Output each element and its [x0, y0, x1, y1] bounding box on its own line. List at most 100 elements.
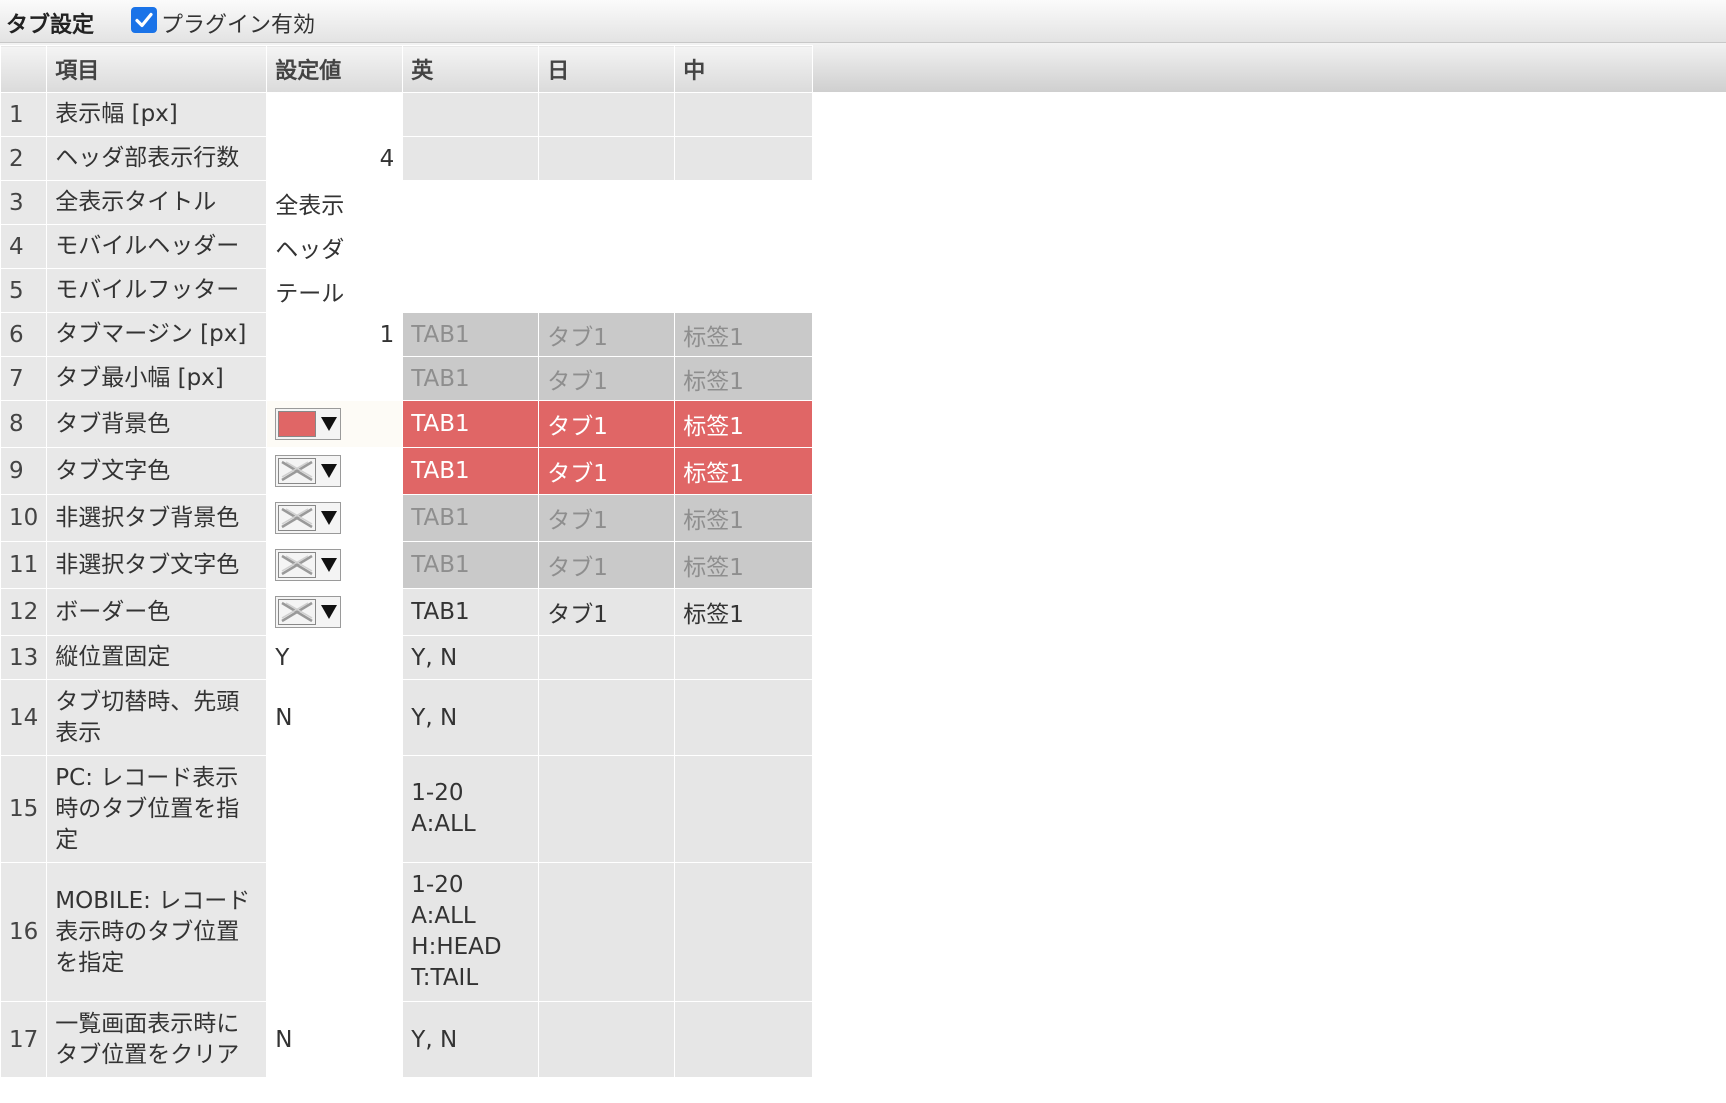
item-label: PC: レコード表示時のタブ位置を指定 [46, 755, 268, 863]
value-cell-all-title[interactable]: 全表示 [266, 180, 404, 225]
table-row: 1 表示幅 [px] [0, 92, 814, 137]
zh-preview-cell: 标签1 [674, 494, 814, 542]
value-cell-unselected-bg-color [266, 494, 404, 542]
color-picker[interactable] [275, 549, 342, 581]
no-color-x-icon [281, 507, 313, 529]
ja-cell [538, 862, 676, 1002]
value-cell-mobile-footer[interactable]: テール [266, 268, 404, 313]
value-cell-tab-text-color [266, 447, 404, 495]
checkmark-icon [135, 12, 153, 28]
en-preview-cell: TAB1 [402, 588, 540, 636]
row-number: 6 [0, 312, 48, 357]
color-picker[interactable] [275, 408, 342, 440]
table-row: 16 MOBILE: レコード表示時のタブ位置を指定 1-20 A:ALL H:HE… [0, 862, 814, 1002]
option-line: 1-20 [411, 780, 464, 806]
option-line: T:TAIL [411, 965, 479, 991]
color-chip [278, 552, 317, 578]
en-options-cell: Y, N [402, 1001, 540, 1078]
option-line: A:ALL [411, 811, 476, 837]
en-options-cell: 1-20 A:ALL [402, 755, 540, 863]
page-title: タブ設定 [6, 13, 95, 38]
zh-cell[interactable] [674, 180, 814, 225]
item-label: 縦位置固定 [46, 635, 268, 680]
en-cell [402, 92, 540, 137]
no-color-x-icon [281, 554, 313, 576]
ja-preview-cell: タブ1 [538, 356, 676, 401]
color-picker[interactable] [275, 502, 342, 534]
item-label: 非選択タブ文字色 [46, 541, 268, 589]
color-picker[interactable] [275, 596, 342, 628]
en-preview-cell: TAB1 [402, 400, 540, 448]
en-cell[interactable] [402, 224, 540, 269]
table-row: 10 非選択タブ背景色 TAB1 タブ1 标签1 [0, 494, 814, 542]
plugin-enabled-checkbox[interactable] [131, 7, 157, 33]
item-label: モバイルヘッダー [46, 224, 268, 269]
option-line: H:HEAD [411, 934, 502, 960]
item-label: タブ文字色 [46, 447, 268, 495]
ja-cell[interactable] [538, 224, 676, 269]
item-label: 全表示タイトル [46, 180, 268, 225]
zh-cell[interactable] [674, 268, 814, 313]
color-chip [278, 411, 317, 437]
value-cell-header-rows[interactable]: 4 [266, 136, 404, 181]
row-number: 1 [0, 92, 48, 137]
triangle-down-icon [321, 417, 338, 431]
table-row: 7 タブ最小幅 [px] TAB1 タブ1 标签1 [0, 356, 814, 401]
table-row: 5 モバイルフッター テール [0, 268, 814, 313]
item-label: 表示幅 [px] [46, 92, 268, 137]
row-number: 3 [0, 180, 48, 225]
ja-cell [538, 635, 676, 680]
en-preview-cell: TAB1 [402, 312, 540, 357]
ja-preview-cell: タブ1 [538, 400, 676, 448]
option-line: 1-20 [411, 872, 464, 898]
column-header-en: 英 [402, 45, 540, 93]
value-cell-border-color [266, 588, 404, 636]
table-row: 8 タブ背景色 TAB1 タブ1 标签1 [0, 400, 814, 448]
color-picker[interactable] [275, 455, 342, 487]
no-color-x-icon [281, 460, 313, 482]
settings-table: 項目 設定値 英 日 中 1 表示幅 [px] 2 ヘッダ部表示行数 4 3 全… [0, 45, 814, 1078]
en-options-cell: Y, N [402, 635, 540, 680]
value-cell-clear-tab-position[interactable]: N [266, 1001, 404, 1078]
table-row: 14 タブ切替時、先頭表示 N Y, N [0, 679, 814, 756]
item-label: タブマージン [px] [46, 312, 268, 357]
zh-cell [674, 136, 814, 181]
item-label: モバイルフッター [46, 268, 268, 313]
zh-cell [674, 862, 814, 1002]
zh-preview-cell: 标签1 [674, 541, 814, 589]
row-number: 5 [0, 268, 48, 313]
table-row: 11 非選択タブ文字色 TAB1 タブ1 标签1 [0, 541, 814, 589]
value-cell-pc-tab-position[interactable] [266, 755, 404, 863]
value-cell-mobile-header[interactable]: ヘッダ [266, 224, 404, 269]
triangle-down-icon [321, 558, 338, 572]
en-preview-cell: TAB1 [402, 541, 540, 589]
color-chip [278, 599, 317, 625]
row-number: 12 [0, 588, 48, 636]
ja-preview-cell: タブ1 [538, 312, 676, 357]
ja-preview-cell: タブ1 [538, 494, 676, 542]
value-cell-scroll-top-on-switch[interactable]: N [266, 679, 404, 756]
row-number: 7 [0, 356, 48, 401]
value-cell-fixed-vertical[interactable]: Y [266, 635, 404, 680]
value-cell-tab-min-width[interactable] [266, 356, 404, 401]
zh-cell[interactable] [674, 224, 814, 269]
table-row: 4 モバイルヘッダー ヘッダ [0, 224, 814, 269]
en-preview-cell: TAB1 [402, 356, 540, 401]
no-color-x-icon [281, 601, 313, 623]
en-cell[interactable] [402, 268, 540, 313]
item-label: ボーダー色 [46, 588, 268, 636]
ja-cell[interactable] [538, 180, 676, 225]
item-label: タブ最小幅 [px] [46, 356, 268, 401]
zh-cell [674, 92, 814, 137]
ja-cell[interactable] [538, 268, 676, 313]
value-cell-width[interactable] [266, 92, 404, 137]
zh-cell [674, 679, 814, 756]
color-chip [278, 505, 317, 531]
value-cell-mobile-tab-position[interactable] [266, 862, 404, 1002]
value-cell-tab-margin[interactable]: 1 [266, 312, 404, 357]
table-row: 3 全表示タイトル 全表示 [0, 180, 814, 225]
item-label: MOBILE: レコード表示時のタブ位置を指定 [46, 862, 268, 1002]
option-line: A:ALL [411, 903, 476, 929]
ja-preview-cell: タブ1 [538, 541, 676, 589]
en-cell[interactable] [402, 180, 540, 225]
